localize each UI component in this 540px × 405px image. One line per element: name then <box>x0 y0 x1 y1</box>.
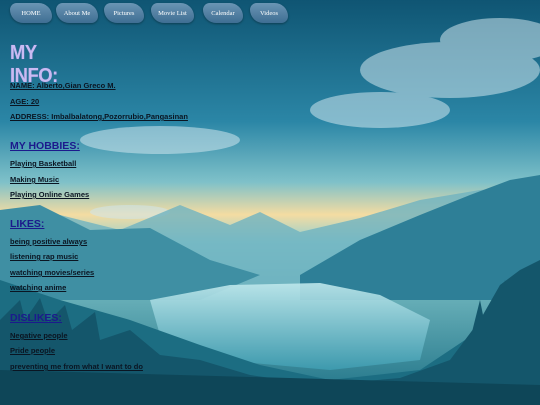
nav-calendar-button[interactable]: Calendar <box>203 3 243 23</box>
hobby-item: Making Music <box>10 175 60 184</box>
landscape-background <box>0 0 540 405</box>
hobby-item: Playing Online Games <box>10 190 90 199</box>
nav-home-button[interactable]: HOME <box>10 3 52 23</box>
name-text: NAME: Alberto,Gian Greco M. <box>10 81 116 90</box>
nav-about-me-button[interactable]: About Me <box>56 3 98 23</box>
nav-videos-button[interactable]: Videos <box>250 3 288 23</box>
like-item: watching anime <box>10 283 67 292</box>
top-navigation: HOME About Me Pictures Movie List Calend… <box>0 3 540 25</box>
dislike-item: Pride people <box>10 346 56 355</box>
dislikes-heading: DISLIKES: <box>10 312 62 324</box>
age-text: AGE: 20 <box>10 97 40 106</box>
nav-movie-list-button[interactable]: Movie List <box>151 3 194 23</box>
like-item: watching movies/series <box>10 268 95 277</box>
dislike-item: preventing me from what I want to do <box>10 362 143 371</box>
likes-heading: LIKES: <box>10 218 45 230</box>
like-item: being positive always <box>10 237 88 246</box>
address-text: ADDRESS: Imbalbalatong,Pozorrubio,Pangas… <box>10 112 188 121</box>
hobbies-heading: MY HOBBIES: <box>10 140 80 152</box>
dislike-item: Negative people <box>10 331 68 340</box>
nav-pictures-button[interactable]: Pictures <box>104 3 144 23</box>
hobby-item: Playing Basketball <box>10 159 77 168</box>
like-item: listening rap music <box>10 252 79 261</box>
